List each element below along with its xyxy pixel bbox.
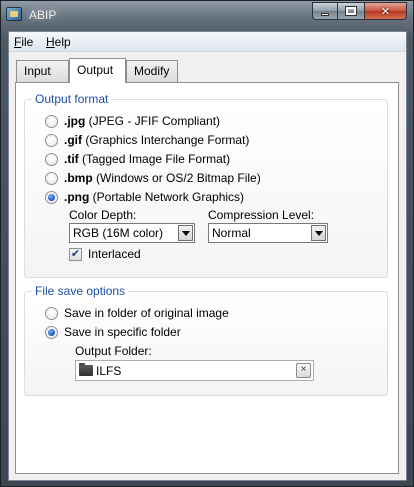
- close-icon: ✕: [380, 5, 391, 18]
- radio-save-original[interactable]: [45, 306, 58, 320]
- tab-output[interactable]: Output: [69, 58, 126, 83]
- tab-input[interactable]: Input: [16, 60, 69, 82]
- folder-icon: [79, 363, 93, 376]
- maximize-icon: [345, 6, 357, 16]
- output-folder-label: Output Folder:: [75, 344, 152, 358]
- format-png-label: .png (Portable Network Graphics): [64, 190, 244, 204]
- format-gif-ext: .gif: [64, 133, 82, 147]
- interlaced-option[interactable]: ✔ Interlaced: [69, 247, 141, 261]
- caption-buttons: ✕: [312, 2, 407, 21]
- color-depth-value: RGB (16M color): [73, 226, 164, 240]
- color-depth-label: Color Depth:: [69, 208, 137, 222]
- compression-label: Compression Level:: [208, 208, 315, 222]
- radio-jpg[interactable]: [45, 114, 58, 128]
- menu-help-label: elp: [54, 35, 71, 49]
- interlaced-label: Interlaced: [88, 247, 141, 261]
- menu-file-label: ile: [21, 35, 34, 49]
- save-original-folder-option[interactable]: Save in folder of original image: [45, 305, 229, 321]
- save-original-label: Save in folder of original image: [64, 306, 229, 320]
- radio-tif[interactable]: [45, 152, 58, 166]
- format-option-gif[interactable]: .gif (Graphics Interchange Format): [45, 132, 249, 148]
- window-title: ABIP: [29, 8, 57, 22]
- radio-save-specific[interactable]: [45, 325, 58, 339]
- color-depth-select[interactable]: RGB (16M color): [69, 223, 195, 243]
- tab-modify[interactable]: Modify: [126, 60, 178, 82]
- output-tab-panel: Output format .jpg (JPEG - JFIF Complian…: [15, 82, 399, 474]
- clear-folder-button[interactable]: ×: [296, 363, 311, 378]
- format-option-jpg[interactable]: .jpg (JPEG - JFIF Compliant): [45, 113, 220, 129]
- compression-value: Normal: [212, 226, 251, 240]
- tab-modify-label: Modify: [134, 64, 170, 78]
- save-specific-label: Save in specific folder: [64, 325, 181, 339]
- format-option-png[interactable]: .png (Portable Network Graphics): [45, 189, 244, 205]
- format-png-desc: (Portable Network Graphics): [92, 190, 245, 204]
- output-folder-field[interactable]: ILFS ×: [75, 360, 314, 381]
- output-folder-value: ILFS: [96, 363, 122, 378]
- format-gif-label: .gif (Graphics Interchange Format): [64, 133, 249, 147]
- save-specific-folder-option[interactable]: Save in specific folder: [45, 324, 181, 340]
- clear-icon: ×: [300, 364, 307, 375]
- format-jpg-label: .jpg (JPEG - JFIF Compliant): [64, 114, 220, 128]
- menu-help[interactable]: Help: [46, 35, 71, 49]
- file-save-legend: File save options: [32, 284, 129, 298]
- tab-output-label: Output: [77, 63, 114, 77]
- menu-file[interactable]: File: [14, 35, 33, 49]
- chevron-down-icon[interactable]: [311, 225, 326, 241]
- radio-png[interactable]: [45, 190, 58, 204]
- format-gif-desc: (Graphics Interchange Format): [85, 133, 250, 147]
- title-bar[interactable]: ABIP ✕: [1, 1, 413, 31]
- file-save-group: File save options Save in folder of orig…: [24, 284, 388, 396]
- format-jpg-ext: .jpg: [64, 114, 86, 128]
- radio-bmp[interactable]: [45, 171, 58, 185]
- client-area: File Help Input Output Modify Output for…: [8, 31, 407, 481]
- app-icon[interactable]: [6, 7, 22, 21]
- minimize-icon: [321, 12, 329, 16]
- compression-select[interactable]: Normal: [208, 223, 328, 243]
- output-format-group: Output format .jpg (JPEG - JFIF Complian…: [24, 92, 388, 278]
- interlaced-checkbox[interactable]: ✔: [69, 247, 82, 261]
- format-tif-desc: (Tagged Image File Format): [82, 152, 231, 166]
- menu-bar: File Help: [9, 32, 406, 52]
- close-button[interactable]: ✕: [364, 2, 407, 20]
- format-bmp-desc: (Windows or OS/2 Bitmap File): [96, 171, 261, 185]
- format-bmp-ext: .bmp: [64, 171, 93, 185]
- app-window: ABIP ✕ File Help Input Output Modify Out…: [0, 0, 414, 487]
- menu-help-mnemonic: H: [46, 35, 55, 49]
- format-tif-ext: .tif: [64, 152, 79, 166]
- minimize-button[interactable]: [312, 2, 338, 20]
- tab-input-label: Input: [24, 64, 51, 78]
- format-bmp-label: .bmp (Windows or OS/2 Bitmap File): [64, 171, 261, 185]
- format-tif-label: .tif (Tagged Image File Format): [64, 152, 230, 166]
- format-png-ext: .png: [64, 190, 90, 204]
- output-format-legend: Output format: [32, 92, 112, 106]
- radio-gif[interactable]: [45, 133, 58, 147]
- chevron-down-icon[interactable]: [178, 225, 193, 241]
- maximize-button[interactable]: [338, 2, 364, 20]
- format-option-bmp[interactable]: .bmp (Windows or OS/2 Bitmap File): [45, 170, 261, 186]
- checkmark-icon: ✔: [70, 247, 81, 260]
- format-option-tif[interactable]: .tif (Tagged Image File Format): [45, 151, 230, 167]
- format-jpg-desc: (JPEG - JFIF Compliant): [88, 114, 221, 128]
